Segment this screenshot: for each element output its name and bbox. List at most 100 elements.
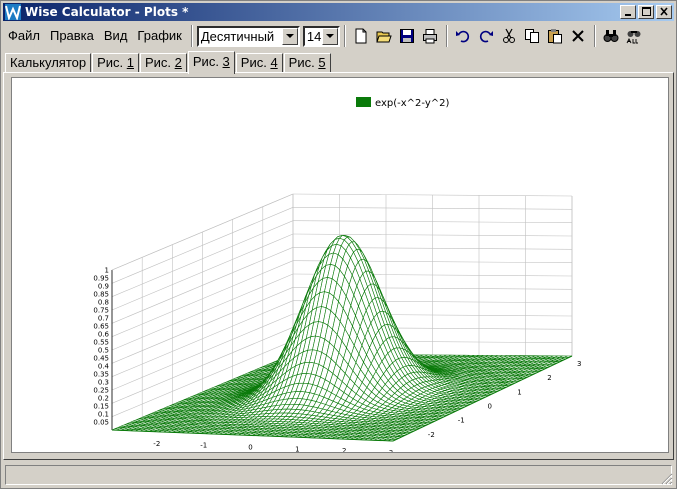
minimize-icon: [625, 14, 631, 16]
y-tick-label: 3: [577, 360, 581, 368]
status-panel: [5, 465, 672, 485]
save-button[interactable]: [396, 25, 419, 47]
plot-area[interactable]: 0.05 0.1 0.15 0.2 0.25 0.3 0.35 0.4 0.45 0.5 0.55 0…: [11, 77, 669, 453]
chevron-down-icon[interactable]: [321, 27, 338, 45]
tab-label: Рис.: [192, 54, 223, 69]
maximize-icon: [642, 7, 651, 16]
tab-figure-1[interactable]: Рис. 1: [92, 53, 139, 73]
tab-figure-3[interactable]: Рис. 3: [187, 51, 235, 74]
toolbar-separator: [593, 25, 596, 47]
minimize-button[interactable]: [620, 5, 636, 19]
paste-button[interactable]: [544, 25, 567, 47]
z-tick-label: 0.55: [93, 339, 109, 347]
x-tick-label: -1: [200, 442, 207, 450]
tab-number: 1: [126, 55, 134, 70]
z-tick-label: 0.7: [98, 315, 109, 323]
legend-swatch: [356, 97, 371, 107]
app-logo-icon: [5, 4, 21, 20]
close-icon: [660, 7, 668, 16]
resize-grip-icon[interactable]: [661, 473, 673, 485]
menu-view[interactable]: Вид: [99, 26, 133, 46]
number-format-select[interactable]: Десятичный: [196, 25, 300, 47]
undo-button[interactable]: [452, 25, 475, 47]
tab-figure-4[interactable]: Рис. 4: [235, 53, 283, 73]
print-button[interactable]: [419, 25, 442, 47]
find-button[interactable]: [600, 25, 623, 47]
precision-select[interactable]: 14: [302, 25, 340, 47]
surface-mesh: [111, 234, 573, 442]
y-tick-label: -2: [428, 431, 435, 439]
z-tick-label: 1: [105, 267, 109, 275]
delete-icon: [572, 30, 585, 42]
undo-icon: [456, 30, 470, 43]
z-tick-label: 0.25: [93, 387, 109, 395]
z-tick-label: 0.85: [93, 291, 109, 299]
cut-icon: [503, 28, 516, 43]
tab-figure-5[interactable]: Рис. 5: [283, 53, 331, 73]
chevron-down-icon[interactable]: [281, 27, 298, 45]
tab-label: Рис.: [97, 55, 127, 70]
redo-button[interactable]: [475, 25, 498, 47]
paste-icon: [548, 29, 563, 44]
tab-figure-2[interactable]: Рис. 2: [140, 53, 187, 73]
copy-icon: [525, 29, 540, 43]
x-tick-label: 1: [295, 445, 299, 452]
status-bar: [3, 464, 674, 486]
precision-value: 14: [306, 28, 322, 44]
number-format-value: Десятичный: [200, 28, 275, 44]
x-tick-label: -2: [153, 440, 160, 448]
z-tick-label: 0.05: [93, 419, 109, 427]
z-tick-label: 0.9: [98, 283, 109, 291]
title-bar[interactable]: Wise Calculator - Plots *: [3, 3, 674, 21]
tab-number: 3: [222, 54, 230, 69]
print-icon: [423, 29, 438, 44]
open-button[interactable]: [373, 25, 396, 47]
z-tick-label: 0.3: [98, 379, 109, 387]
tab-panel: 0.05 0.1 0.15 0.2 0.25 0.3 0.35 0.4 0.45 0.5 0.55 0…: [3, 72, 674, 460]
surface-plot[interactable]: 0.050.10.150.20.250.30.350.40.450.50.550…: [12, 78, 668, 452]
z-tick-label: 0.45: [93, 355, 109, 363]
x-tick-label: 2: [342, 447, 346, 452]
tab-label: Рис.: [240, 55, 271, 70]
delete-button[interactable]: [567, 25, 590, 47]
x-tick-label: 0: [248, 444, 252, 452]
z-tick-label: 0.5: [98, 347, 109, 355]
save-icon: [400, 29, 415, 43]
copy-button[interactable]: [521, 25, 544, 47]
toolbar-separator: [445, 25, 448, 47]
menu-toolbar-row: Файл Правка Вид График Десятичный 14: [3, 23, 674, 49]
find-icon: [603, 30, 619, 42]
window-title: Wise Calculator - Plots *: [25, 5, 189, 19]
redo-icon: [480, 30, 494, 43]
replace-icon: [626, 31, 641, 44]
menu-edit[interactable]: Правка: [45, 26, 99, 46]
tab-number: 4: [270, 55, 278, 70]
app-window: Wise Calculator - Plots * Файл Правка Ви…: [0, 0, 677, 489]
menu-file[interactable]: Файл: [3, 26, 45, 46]
tab-label: Рис.: [145, 55, 175, 70]
z-tick-label: 0.1: [98, 411, 109, 419]
tab-label: Рис.: [288, 55, 319, 70]
tab-number: 5: [318, 55, 326, 70]
tab-number: 2: [174, 55, 182, 70]
tab-calculator[interactable]: Калькулятор: [5, 53, 92, 73]
close-button[interactable]: [656, 5, 672, 19]
replace-button[interactable]: [623, 25, 646, 47]
maximize-button[interactable]: [638, 5, 654, 19]
open-icon: [376, 31, 393, 43]
x-tick-label: 3: [389, 449, 393, 452]
y-tick-label: 1: [517, 388, 521, 396]
z-tick-label: 0.65: [93, 323, 109, 331]
z-tick-label: 0.75: [93, 307, 109, 315]
legend: exp(-x^2-y^2): [356, 97, 450, 109]
z-tick-label: 0.95: [93, 275, 109, 283]
new-button[interactable]: [350, 25, 373, 47]
tab-strip: Калькулятор Рис. 1 Рис. 2 Рис. 3 Рис. 4 …: [5, 51, 332, 74]
cut-button[interactable]: [498, 25, 521, 47]
toolbar-separator: [343, 25, 346, 47]
toolbar-separator: [190, 25, 193, 47]
new-icon: [355, 28, 367, 44]
y-tick-label: 0: [488, 403, 492, 411]
z-tick-label: 0.4: [98, 363, 110, 371]
menu-plot[interactable]: График: [132, 26, 186, 46]
